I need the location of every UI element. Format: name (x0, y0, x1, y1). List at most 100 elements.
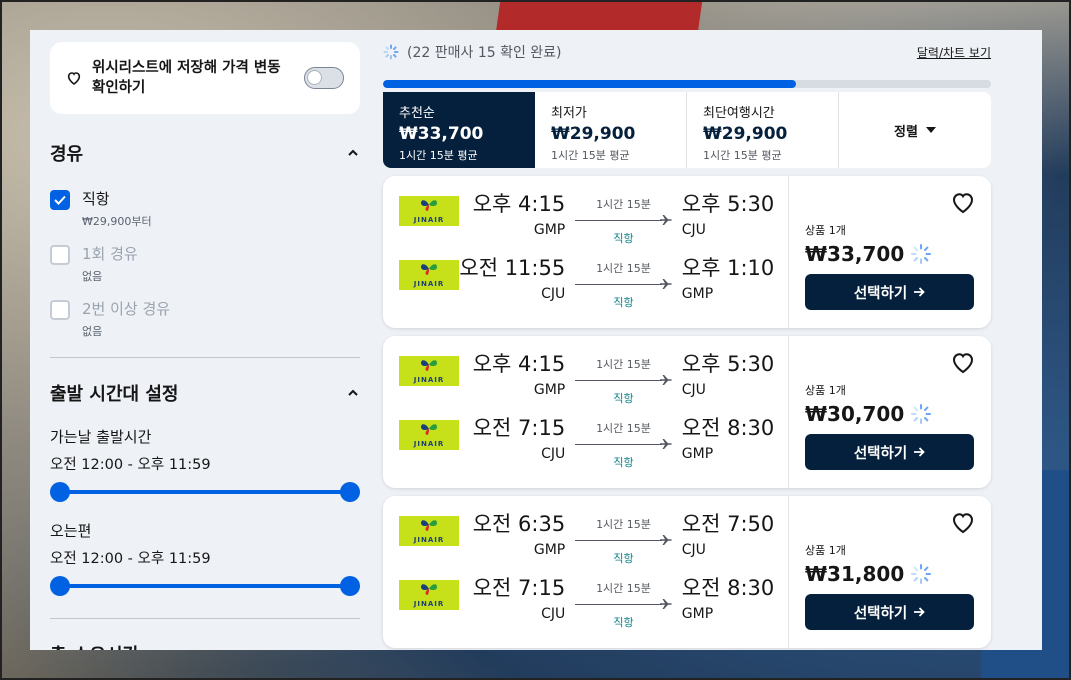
tab-price: ₩33,700 (399, 124, 484, 144)
departure-time: 오전 11:55 (459, 256, 566, 280)
butterfly-logo-icon (421, 200, 437, 212)
heart-outline-icon[interactable] (951, 512, 975, 534)
butterfly-logo-icon (421, 520, 437, 532)
tab-price: ₩29,900 (551, 124, 636, 144)
deals-count: 상품 1개 (805, 224, 846, 237)
slider-handle-end[interactable] (340, 576, 360, 596)
arrival-time: 오전 8:30 (681, 416, 775, 440)
chevron-up-icon (348, 149, 358, 156)
wishlist-text: 위시리스트에 저장해 가격 변동 확인하기 (92, 60, 281, 96)
departure-time: 오전 7:15 (472, 576, 566, 600)
leg-duration-block: 1시간 15분 직항 (575, 254, 672, 310)
airline-logo-text: JINAIR (413, 600, 445, 608)
slider-track (60, 584, 350, 588)
butterfly-logo-icon (421, 360, 437, 372)
price-alert-toggle[interactable] (304, 67, 344, 89)
flight-leg: JINAIR 오전 7:15 CJU 1시간 15분 직항 오전 8:30 GM… (383, 574, 788, 638)
flight-line-bar (575, 444, 662, 445)
plane-icon (659, 279, 672, 289)
loading-spinner-icon (911, 244, 932, 264)
flight-leg: JINAIR 오후 4:15 GMP 1시간 15분 직항 오후 5:30 CJ… (383, 350, 788, 414)
leg-stops: 직항 (613, 552, 634, 565)
airline-logo: JINAIR (399, 356, 459, 386)
loading-spinner-icon (383, 44, 399, 60)
tab-cheapest[interactable]: 최저가 ₩29,900 1시간 15분 평균 (535, 92, 687, 168)
duration-title: 총 소요시간 (50, 641, 139, 650)
results-topline: (22 판매사 15 확인 완료) 달력/차트 보기 (383, 40, 991, 64)
price: ₩31,800 (805, 562, 905, 586)
departure-airport-code: GMP (533, 222, 566, 238)
stops-option-direct[interactable]: 직항 ₩29,900부터 (50, 188, 360, 229)
leg-duration: 1시간 15분 (596, 262, 651, 275)
arrival-block: 오전 7:50 CJU (682, 510, 788, 558)
flight-line (575, 214, 672, 226)
tab-fastest[interactable]: 최단여행시간 ₩29,900 1시간 15분 평균 (687, 92, 839, 168)
airline-logo-text: JINAIR (413, 280, 445, 288)
flight-line (575, 598, 672, 610)
tab-recommended[interactable]: 추천순 ₩33,700 1시간 15분 평균 (383, 92, 535, 168)
leg-duration-block: 1시간 15분 직항 (575, 574, 672, 630)
departure-block: 오전 6:35 GMP (459, 510, 565, 558)
flight-leg: JINAIR 오전 6:35 GMP 1시간 15분 직항 오전 7:50 CJ… (383, 510, 788, 574)
stops-section-header[interactable]: 경유 (50, 140, 360, 166)
flight-result-card[interactable]: JINAIR 오후 4:15 GMP 1시간 15분 직항 오후 5:30 CJ… (383, 176, 991, 328)
stops-option-one-stop[interactable]: 1회 경유 없음 (50, 243, 360, 284)
checkbox[interactable] (50, 245, 70, 265)
airline-logo: JINAIR (399, 420, 459, 450)
flight-line-bar (575, 540, 662, 541)
airline-logo-text: JINAIR (413, 216, 445, 224)
tab-title: 최단여행시간 (703, 106, 775, 121)
price-row: ₩31,800 (805, 562, 975, 586)
departure-block: 오전 7:15 CJU (459, 414, 565, 462)
search-progress-bar (383, 80, 991, 88)
leg-duration-block: 1시간 15분 직항 (575, 414, 672, 470)
results-list: JINAIR 오후 4:15 GMP 1시간 15분 직항 오후 5:30 CJ… (383, 176, 991, 648)
arrival-block: 오후 5:30 CJU (682, 350, 788, 398)
outbound-time-slider[interactable] (50, 482, 360, 502)
leg-stops: 직항 (613, 296, 634, 309)
select-button-label: 선택하기 (853, 605, 908, 622)
arrival-block: 오후 1:10 GMP (682, 254, 788, 302)
sort-tabs: 추천순 ₩33,700 1시간 15분 평균 최저가 ₩29,900 1시간 1… (383, 92, 991, 168)
toggle-knob (307, 70, 322, 85)
price-row: ₩33,700 (805, 242, 975, 266)
loading-status: (22 판매사 15 확인 완료) (383, 42, 562, 62)
tab-sub: 1시간 15분 평균 (399, 149, 478, 162)
flight-line-bar (575, 220, 662, 221)
heart-outline-icon[interactable] (951, 352, 975, 374)
select-button[interactable]: 선택하기 (805, 434, 974, 470)
flight-search-panel: 위시리스트에 저장해 가격 변동 확인하기 경유 직항 ₩29,900부터 1회… (30, 30, 1042, 650)
arrival-airport-code: GMP (681, 446, 714, 462)
select-button[interactable]: 선택하기 (805, 594, 974, 630)
checkbox-checked[interactable] (50, 190, 70, 210)
departure-block: 오후 4:15 GMP (459, 350, 565, 398)
flight-leg: JINAIR 오전 11:55 CJU 1시간 15분 직항 오후 1:10 G… (383, 254, 788, 318)
calendar-chart-link[interactable]: 달력/차트 보기 (917, 44, 991, 61)
leg-stops: 직항 (613, 456, 634, 469)
flight-result-card[interactable]: JINAIR 오후 4:15 GMP 1시간 15분 직항 오후 5:30 CJ… (383, 336, 991, 488)
arrival-airport-code: CJU (681, 542, 706, 558)
departure-time: 오전 6:35 (472, 512, 566, 536)
leg-stops: 직항 (613, 392, 634, 405)
select-button[interactable]: 선택하기 (805, 274, 974, 310)
slider-handle-end[interactable] (340, 482, 360, 502)
sort-by-dropdown[interactable]: 정렬 (839, 92, 991, 168)
deals-count: 상품 1개 (805, 544, 846, 557)
itinerary-legs: JINAIR 오후 4:15 GMP 1시간 15분 직항 오후 5:30 CJ… (383, 336, 789, 488)
slider-handle-start[interactable] (50, 482, 70, 502)
heart-outline-icon[interactable] (951, 192, 975, 214)
slider-handle-start[interactable] (50, 576, 70, 596)
flight-result-card[interactable]: JINAIR 오전 6:35 GMP 1시간 15분 직항 오전 7:50 CJ… (383, 496, 991, 648)
checkbox[interactable] (50, 300, 70, 320)
price-panel: 상품 1개 ₩30,700 선택하기 (789, 336, 991, 488)
tab-sub: 1시간 15분 평균 (551, 149, 630, 162)
departure-times-header[interactable]: 출발 시간대 설정 (50, 380, 360, 406)
stops-option-two-plus[interactable]: 2번 이상 경유 없음 (50, 298, 360, 339)
return-time-slider[interactable] (50, 576, 360, 596)
plane-icon (659, 375, 672, 385)
duration-header[interactable]: 총 소요시간 (50, 641, 360, 650)
price-panel: 상품 1개 ₩31,800 선택하기 (789, 496, 991, 648)
leg-duration-block: 1시간 15분 직항 (575, 350, 672, 406)
outbound-time-range: 오전 12:00 - 오후 11:59 (50, 457, 211, 473)
airline-logo: JINAIR (399, 580, 459, 610)
